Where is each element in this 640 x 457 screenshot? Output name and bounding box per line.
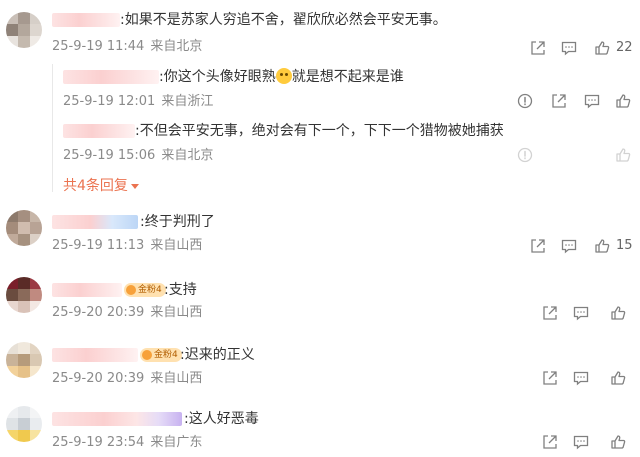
reply-meta: 25-9-19 12:01 来自浙江 <box>63 94 219 110</box>
comment-meta: 25-9-19 23:54 来自广东 <box>52 435 208 451</box>
username[interactable] <box>52 13 120 27</box>
reply-list: :你这个头像好眼熟 就是想不起来是谁 25-9-19 12:01 来自浙江:不… <box>52 64 633 195</box>
share-button[interactable] <box>540 432 560 452</box>
reply-username[interactable] <box>63 70 159 84</box>
comment-actions <box>540 303 635 323</box>
comment-text: :终于判刑了 <box>140 214 215 230</box>
comment-text: :迟来的正义 <box>180 347 255 363</box>
comment-icon <box>573 435 589 450</box>
comment-button[interactable] <box>582 91 602 111</box>
avatar[interactable] <box>6 277 42 313</box>
like-icon <box>611 435 626 449</box>
comment-icon <box>573 371 589 386</box>
comment-text: :这人好恶毒 <box>184 411 259 427</box>
comment-button[interactable] <box>571 368 591 388</box>
share-icon <box>552 94 566 108</box>
username[interactable] <box>52 348 138 362</box>
like-button[interactable] <box>592 236 612 256</box>
comment-location: 来自山西 <box>150 371 203 386</box>
share-button[interactable] <box>540 368 560 388</box>
comment-meta: 25-9-19 11:44 来自北京 <box>52 39 208 55</box>
like-icon <box>595 41 610 55</box>
report-button[interactable] <box>515 91 535 111</box>
share-icon <box>543 371 557 385</box>
like-icon <box>616 148 631 162</box>
reply-location: 来自浙江 <box>161 94 214 109</box>
comment-icon <box>561 239 577 254</box>
like-button[interactable] <box>608 432 628 452</box>
like-icon <box>611 306 626 320</box>
share-icon <box>543 435 557 449</box>
comment-actions: 15 <box>528 236 638 256</box>
like-button[interactable] <box>608 368 628 388</box>
comment-location: 来自山西 <box>150 238 203 253</box>
comment-actions <box>540 368 635 388</box>
comment-date: 25-9-19 11:13 <box>52 238 145 253</box>
username[interactable] <box>52 283 122 297</box>
like-count: 15 <box>616 238 633 253</box>
more-replies-link[interactable]: 共4条回复 <box>63 175 139 195</box>
like-icon <box>616 94 631 108</box>
like-button[interactable] <box>592 38 612 58</box>
reply-date: 25-9-19 15:06 <box>63 148 156 163</box>
comment-button[interactable] <box>559 236 579 256</box>
share-icon <box>531 41 545 55</box>
like-button[interactable] <box>608 303 628 323</box>
report-icon <box>517 147 533 163</box>
avatar[interactable] <box>6 406 42 442</box>
comment-text: :支持 <box>164 282 197 298</box>
comment-button[interactable] <box>571 432 591 452</box>
username[interactable] <box>52 215 138 229</box>
like-button[interactable] <box>613 145 633 165</box>
share-icon <box>531 239 545 253</box>
reply-username[interactable] <box>63 124 135 138</box>
reply-location: 来自北京 <box>161 148 214 163</box>
share-button[interactable] <box>528 236 548 256</box>
comment-location: 来自山西 <box>150 305 203 320</box>
caret-down-icon <box>130 183 139 189</box>
comment-button[interactable] <box>571 303 591 323</box>
avatar[interactable] <box>6 342 42 378</box>
avatar[interactable] <box>6 12 42 48</box>
reply-text: :不但会平安无事，绝对会有下一个，下下一个猎物被她捕获 <box>135 123 504 139</box>
report-button[interactable] <box>515 145 535 165</box>
reply-actions <box>515 91 631 111</box>
share-button[interactable] <box>528 38 548 58</box>
comment-location: 来自广东 <box>150 435 203 450</box>
comment-icon <box>584 94 600 109</box>
report-icon <box>517 93 533 109</box>
like-icon <box>611 371 626 385</box>
comment-date: 25-9-20 20:39 <box>52 371 145 386</box>
comment-actions <box>540 432 635 452</box>
comment-meta: 25-9-19 11:13 来自山西 <box>52 238 208 254</box>
comment-date: 25-9-19 23:54 <box>52 435 145 450</box>
username[interactable] <box>52 412 182 426</box>
fan-badge: 金粉4 <box>124 283 166 297</box>
comment-text: :如果不是苏家人穷追不舍，翟欣欣必然会平安无事。 <box>120 12 447 28</box>
avatar[interactable] <box>6 210 42 246</box>
like-icon <box>595 239 610 253</box>
share-icon <box>543 306 557 320</box>
comment-icon <box>573 306 589 321</box>
share-button[interactable] <box>540 303 560 323</box>
comment-icon <box>561 41 577 56</box>
reply-actions <box>515 145 631 165</box>
comment-date: 25-9-19 11:44 <box>52 39 145 54</box>
comment-date: 25-9-20 20:39 <box>52 305 145 320</box>
reply-date: 25-9-19 12:01 <box>63 94 156 109</box>
comment-location: 来自北京 <box>150 39 203 54</box>
like-button[interactable] <box>613 91 633 111</box>
smile-emoji-icon <box>275 68 292 84</box>
comment-meta: 25-9-20 20:39 来自山西 <box>52 305 208 321</box>
share-button[interactable] <box>549 91 569 111</box>
fan-badge: 金粉4 <box>140 348 182 362</box>
like-count: 22 <box>616 40 633 55</box>
reply-meta: 25-9-19 15:06 来自北京 <box>63 148 219 164</box>
comment-actions: 22 <box>528 38 638 58</box>
comment-button[interactable] <box>559 38 579 58</box>
comment-meta: 25-9-20 20:39 来自山西 <box>52 371 208 387</box>
reply-text: :你这个头像好眼熟 就是想不起来是谁 <box>159 68 404 85</box>
